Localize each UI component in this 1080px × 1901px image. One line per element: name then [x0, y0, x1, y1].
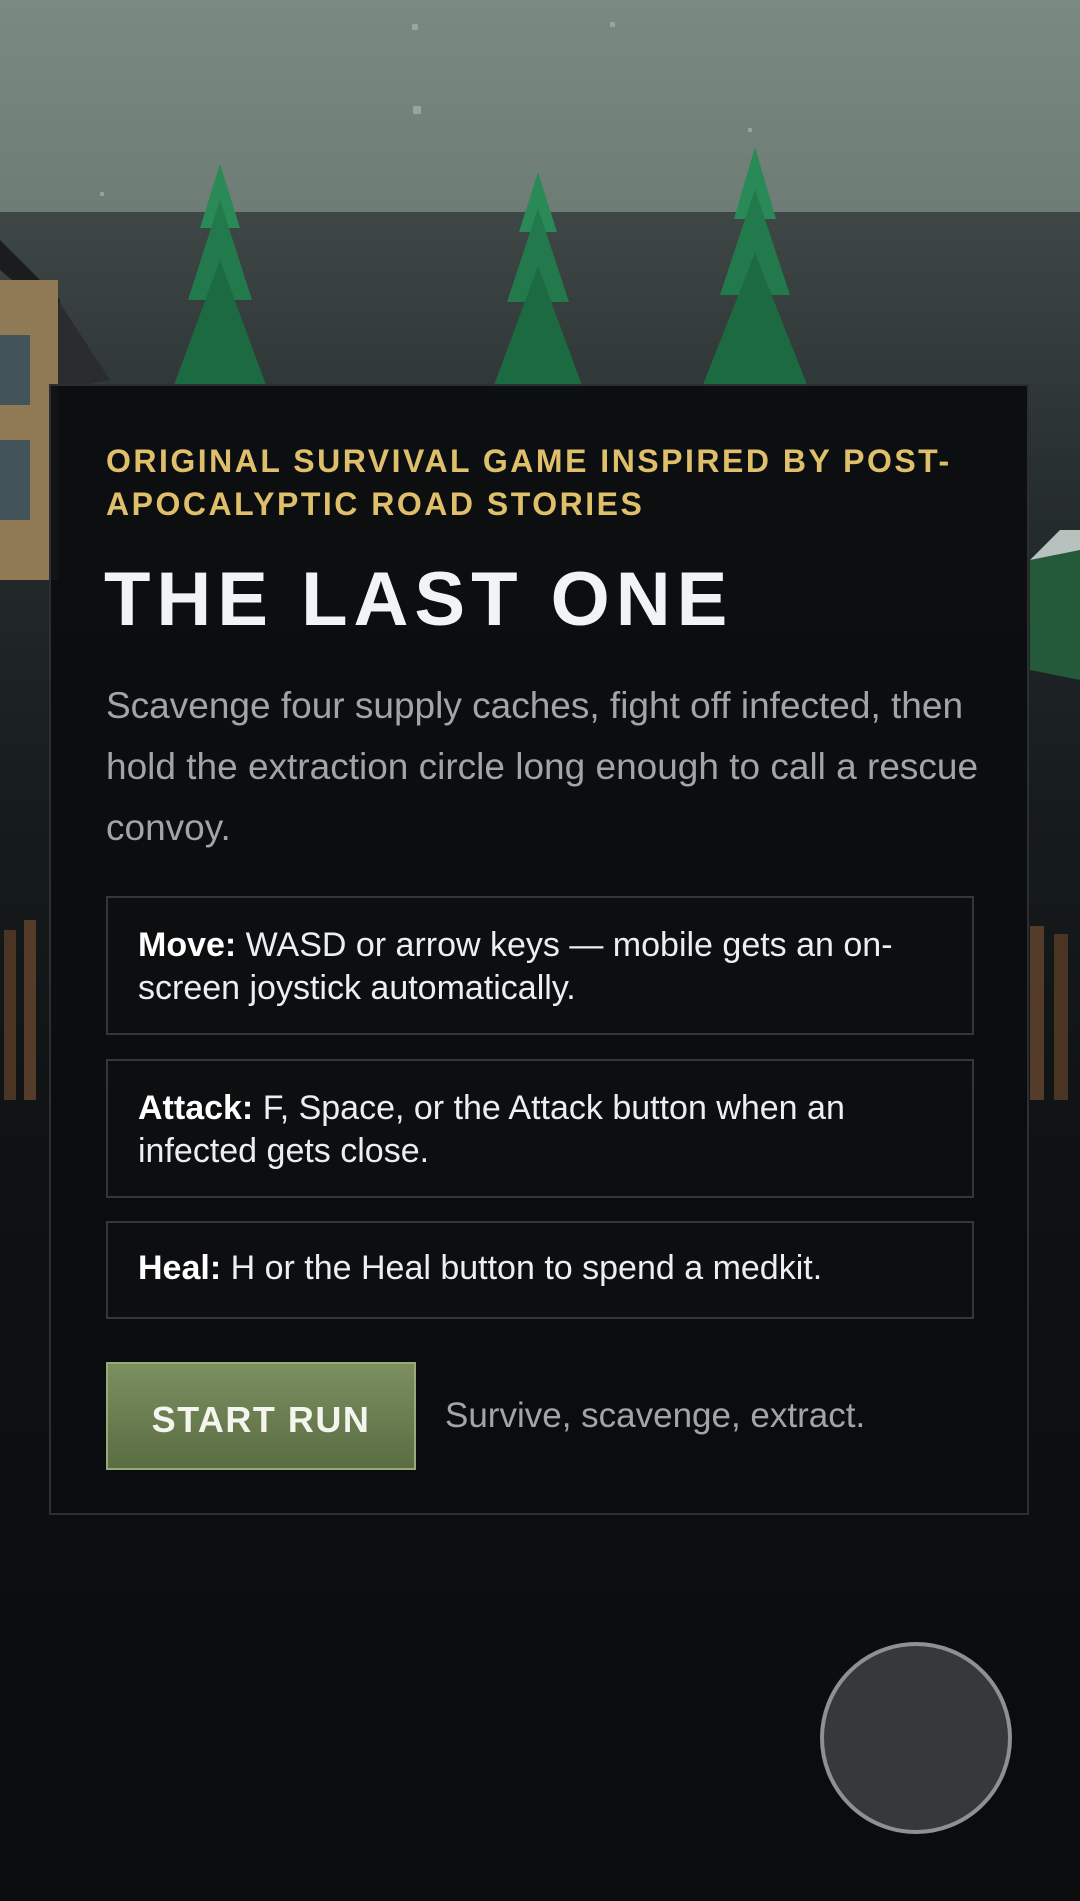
control-tip-text: WASD or arrow keys — mobile gets an on-s…: [138, 926, 893, 1007]
control-tip-label: Attack:: [138, 1089, 254, 1127]
pine-tree: [174, 164, 266, 385]
snowflake: [100, 192, 104, 196]
control-tip-label: Heal:: [138, 1249, 222, 1287]
virtual-joystick-icon[interactable]: [820, 1642, 1012, 1834]
pine-tree: [493, 172, 583, 388]
control-tip-label: Move:: [138, 926, 237, 964]
intro-panel: ORIGINAL SURVIVAL GAME INSPIRED BY POST-…: [49, 384, 1029, 1515]
fence: [1030, 926, 1068, 1100]
snowflake: [412, 24, 418, 30]
action-tagline: Survive, scavenge, extract.: [445, 1396, 866, 1435]
control-tip-move: Move: WASD or arrow keys — mobile gets a…: [106, 896, 974, 1035]
game-title: THE LAST ONE: [104, 557, 734, 642]
vehicle: [1030, 530, 1080, 680]
fence: [4, 920, 36, 1100]
snowflake: [748, 128, 752, 132]
snowflake: [610, 22, 615, 27]
pine-tree: [702, 147, 808, 387]
control-tip-heal: Heal: H or the Heal button to spend a me…: [106, 1221, 974, 1319]
snowflake: [413, 106, 421, 114]
control-tip-text: H or the Heal button to spend a medkit.: [221, 1249, 823, 1287]
game-tagline-eyebrow: ORIGINAL SURVIVAL GAME INSPIRED BY POST-…: [106, 443, 952, 522]
game-description: Scavenge four supply caches, fight off i…: [106, 685, 979, 848]
start-run-button[interactable]: START RUN: [106, 1362, 416, 1470]
control-tip-attack: Attack: F, Space, or the Attack button w…: [106, 1059, 974, 1198]
